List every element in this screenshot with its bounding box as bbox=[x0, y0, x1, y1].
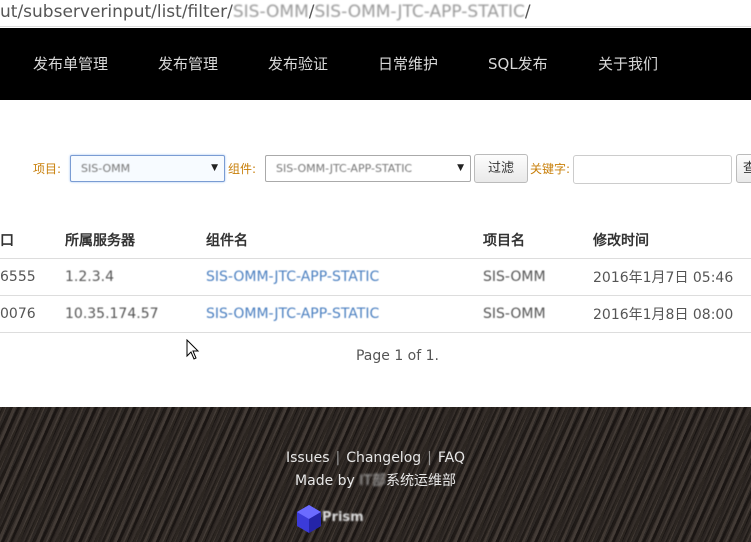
url-tail: / bbox=[524, 2, 531, 22]
table-header-row: 口 所属服务器 组件名 项目名 修改时间 bbox=[0, 222, 751, 259]
header-modified: 修改时间 bbox=[593, 222, 751, 259]
footer-separator: | bbox=[427, 450, 432, 466]
made-by: Made by IT部系统运维部 bbox=[295, 473, 456, 489]
cell-modified: 2016年1月7日 05:46 bbox=[593, 258, 751, 296]
cell-project: SIS-OMM bbox=[483, 258, 593, 296]
component-link[interactable]: SIS-OMM-JTC-APP-STATIC bbox=[206, 306, 379, 322]
mouse-cursor-icon bbox=[186, 339, 200, 360]
made-by-org: IT部 bbox=[359, 473, 386, 489]
url-component: SIS-OMM-JTC-APP-STATIC bbox=[314, 2, 525, 22]
logo-text: Prism bbox=[322, 510, 364, 525]
issues-link[interactable]: Issues bbox=[286, 450, 330, 466]
faq-link[interactable]: FAQ bbox=[438, 450, 465, 466]
prism-logo-icon bbox=[297, 505, 321, 533]
cell-port: 0076 bbox=[0, 295, 65, 333]
keyword-input[interactable] bbox=[573, 155, 732, 184]
nav-sql-release[interactable]: SQL发布 bbox=[488, 28, 548, 100]
chevron-down-icon: ▼ bbox=[457, 163, 464, 173]
results-table: 口 所属服务器 组件名 项目名 修改时间 6555 1.2.3.4 SIS-OM… bbox=[0, 222, 751, 333]
nav-release-orders[interactable]: 发布单管理 bbox=[33, 28, 108, 100]
component-select[interactable]: SIS-OMM-JTC-APP-STATIC ▼ bbox=[265, 155, 471, 182]
url-path: ut/subserverinput/list/filter/ bbox=[0, 2, 233, 22]
filter-button[interactable]: 过滤 bbox=[474, 154, 528, 183]
project-select[interactable]: SIS-OMM ▼ bbox=[70, 155, 225, 182]
cell-modified: 2016年1月8日 08:00 bbox=[593, 295, 751, 333]
url-project: SIS-OMM bbox=[232, 2, 309, 22]
filter-bar: 项目: SIS-OMM ▼ 组件: SIS-OMM-JTC-APP-STATIC… bbox=[0, 150, 751, 190]
project-label: 项目: bbox=[33, 162, 62, 176]
nav-release-management[interactable]: 发布管理 bbox=[158, 28, 218, 100]
component-label: 组件: bbox=[228, 162, 257, 176]
footer-links: Issues | Changelog | FAQ bbox=[0, 450, 751, 466]
address-bar[interactable]: ut/subserverinput/list/filter/SIS-OMM/SI… bbox=[0, 0, 751, 27]
component-link[interactable]: SIS-OMM-JTC-APP-STATIC bbox=[206, 269, 379, 285]
nav-release-verify[interactable]: 发布验证 bbox=[268, 28, 328, 100]
url-sep: / bbox=[308, 2, 315, 22]
pagination: Page 1 of 1. bbox=[0, 348, 751, 364]
made-by-dept: 系统运维部 bbox=[385, 473, 456, 489]
footer-separator: | bbox=[335, 450, 341, 466]
cell-port: 6555 bbox=[0, 258, 65, 296]
chevron-down-icon: ▼ bbox=[211, 163, 218, 173]
cell-project: SIS-OMM bbox=[483, 295, 593, 333]
top-navbar: 发布单管理 发布管理 发布验证 日常维护 SQL发布 关于我们 bbox=[0, 28, 751, 100]
header-project: 项目名 bbox=[483, 222, 593, 259]
nav-daily-maintenance[interactable]: 日常维护 bbox=[378, 28, 438, 100]
changelog-link[interactable]: Changelog bbox=[346, 450, 421, 466]
cell-server: 10.35.174.57 bbox=[65, 295, 206, 333]
header-port: 口 bbox=[0, 222, 65, 259]
table-row: 0076 10.35.174.57 SIS-OMM-JTC-APP-STATIC… bbox=[0, 295, 751, 333]
table-row: 6555 1.2.3.4 SIS-OMM-JTC-APP-STATIC SIS-… bbox=[0, 258, 751, 296]
header-server: 所属服务器 bbox=[65, 222, 206, 259]
nav-about-us[interactable]: 关于我们 bbox=[598, 28, 658, 100]
keyword-label: 关键字: bbox=[530, 162, 571, 176]
header-component: 组件名 bbox=[206, 222, 483, 259]
footer: Issues | Changelog | FAQ Made by IT部系统运维部 Pr… bbox=[0, 407, 751, 542]
cell-server: 1.2.3.4 bbox=[65, 258, 206, 296]
search-button[interactable]: 查 bbox=[736, 154, 751, 183]
page-info: Page 1 of 1. bbox=[355, 348, 439, 364]
